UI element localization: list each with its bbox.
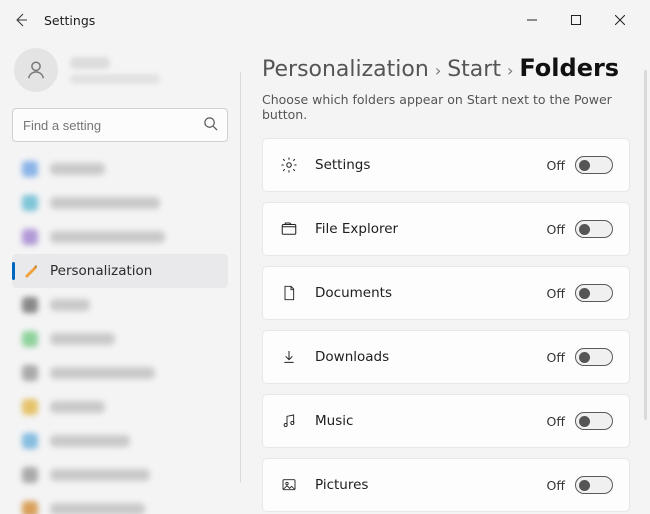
folder-rows: Settings Off File Explorer Off Documents… [262, 138, 630, 512]
toggle-pictures[interactable] [575, 476, 613, 494]
brush-icon [22, 263, 38, 279]
titlebar-left: Settings [12, 11, 95, 29]
close-button[interactable] [598, 5, 642, 35]
toggle-documents[interactable] [575, 284, 613, 302]
toggle-file-explorer[interactable] [575, 220, 613, 238]
nav-item[interactable] [12, 288, 228, 322]
nav-item[interactable] [12, 152, 228, 186]
row-state: Off [547, 478, 565, 493]
content: Personalization Personalization › Start … [0, 40, 650, 514]
arrow-left-icon [13, 12, 29, 28]
chevron-right-icon: › [507, 61, 513, 80]
window: Settings [0, 0, 650, 514]
maximize-button[interactable] [554, 5, 598, 35]
window-title: Settings [44, 13, 95, 28]
nav-item[interactable] [12, 492, 228, 514]
row-label: Documents [315, 285, 547, 301]
user-email-blurred [70, 74, 160, 84]
row-downloads: Downloads Off [262, 330, 630, 384]
user-name-blurred [70, 57, 110, 69]
nav-item[interactable] [12, 390, 228, 424]
nav-item[interactable] [12, 322, 228, 356]
main: Personalization › Start › Folders Choose… [240, 40, 650, 514]
window-controls [510, 5, 642, 35]
picture-icon [279, 477, 299, 493]
breadcrumb: Personalization › Start › Folders [262, 54, 630, 82]
row-label: Settings [315, 157, 547, 173]
row-label: File Explorer [315, 221, 547, 237]
nav-item[interactable] [12, 220, 228, 254]
row-label: Pictures [315, 477, 547, 493]
breadcrumb-personalization[interactable]: Personalization [262, 57, 429, 82]
back-button[interactable] [12, 11, 30, 29]
user-block[interactable] [14, 48, 228, 92]
folder-icon [279, 220, 299, 238]
close-icon [615, 15, 625, 25]
row-state: Off [547, 158, 565, 173]
toggle-settings[interactable] [575, 156, 613, 174]
nav-item-label: Personalization [50, 263, 152, 279]
avatar [14, 48, 58, 92]
row-label: Downloads [315, 349, 547, 365]
nav-item[interactable] [12, 458, 228, 492]
row-settings: Settings Off [262, 138, 630, 192]
row-state: Off [547, 414, 565, 429]
maximize-icon [571, 15, 581, 25]
row-state: Off [547, 350, 565, 365]
toggle-downloads[interactable] [575, 348, 613, 366]
page-description: Choose which folders appear on Start nex… [262, 92, 630, 122]
breadcrumb-current: Folders [519, 54, 619, 82]
search [12, 108, 228, 142]
toggle-music[interactable] [575, 412, 613, 430]
minimize-button[interactable] [510, 5, 554, 35]
minimize-icon [527, 15, 537, 25]
titlebar: Settings [0, 0, 650, 40]
row-state: Off [547, 286, 565, 301]
download-icon [279, 348, 299, 366]
document-icon [279, 284, 299, 302]
row-file-explorer: File Explorer Off [262, 202, 630, 256]
nav-item[interactable] [12, 356, 228, 390]
nav: Personalization [12, 152, 228, 514]
row-documents: Documents Off [262, 266, 630, 320]
gear-icon [279, 156, 299, 174]
user-text [70, 57, 160, 84]
row-label: Music [315, 413, 547, 429]
row-pictures: Pictures Off [262, 458, 630, 512]
sidebar: Personalization [0, 40, 240, 514]
search-icon [203, 116, 218, 131]
chevron-right-icon: › [435, 61, 441, 80]
row-state: Off [547, 222, 565, 237]
person-icon [25, 59, 47, 81]
music-icon [279, 412, 299, 430]
nav-item[interactable] [12, 424, 228, 458]
scrollbar[interactable] [644, 70, 647, 420]
search-input[interactable] [12, 108, 228, 142]
breadcrumb-start[interactable]: Start [447, 57, 501, 82]
nav-item[interactable] [12, 186, 228, 220]
nav-item-personalization[interactable]: Personalization [12, 254, 228, 288]
row-music: Music Off [262, 394, 630, 448]
